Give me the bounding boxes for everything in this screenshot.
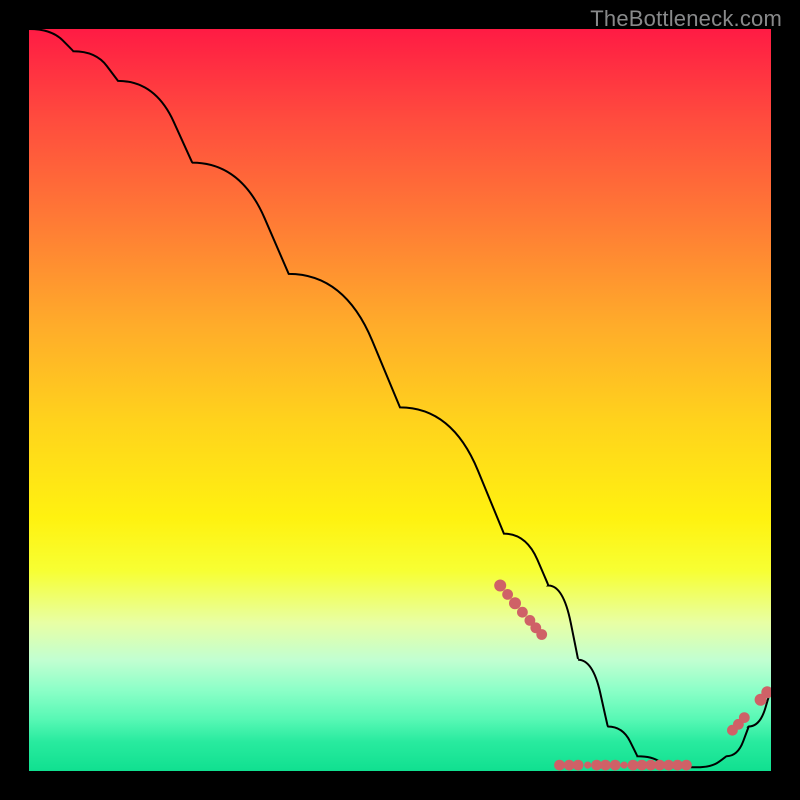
marker-dot	[739, 712, 750, 723]
marker-dot	[554, 760, 565, 771]
bottleneck-plot	[29, 29, 771, 771]
marker-dot	[494, 580, 506, 592]
marker-dot	[621, 762, 628, 769]
marker-dot	[573, 760, 584, 771]
marker-dot	[584, 762, 591, 769]
watermark-text: TheBottleneck.com	[590, 6, 782, 32]
marker-dot	[502, 589, 513, 600]
marker-dot	[610, 760, 621, 771]
marker-dot	[600, 760, 611, 771]
bottleneck-curve	[29, 29, 771, 767]
plot-svg	[29, 29, 771, 771]
marker-dot	[517, 607, 528, 618]
marker-dot	[681, 760, 692, 771]
marker-dot	[509, 597, 521, 609]
chart-container: TheBottleneck.com	[0, 0, 800, 800]
marker-dot	[536, 629, 547, 640]
curve-markers	[494, 580, 771, 771]
